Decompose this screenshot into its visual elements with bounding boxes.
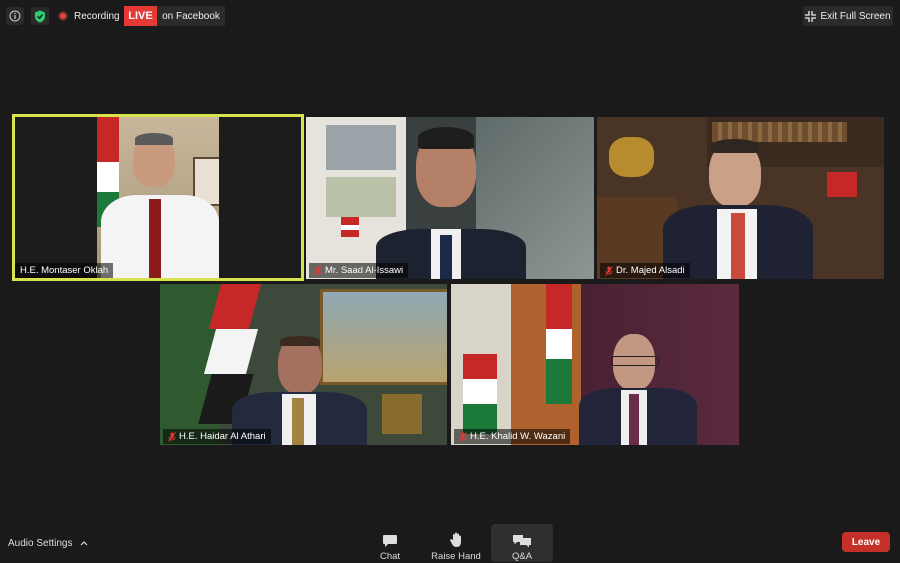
- mic-off-icon: [459, 431, 467, 442]
- exit-fullscreen-button[interactable]: Exit Full Screen: [803, 6, 893, 26]
- participant-name-label: Dr. Majed Alsadi: [600, 263, 690, 278]
- chat-button[interactable]: Chat: [371, 524, 409, 562]
- info-icon: [9, 10, 21, 22]
- security-button[interactable]: [31, 7, 49, 25]
- video-tile-khalid-wazani[interactable]: H.E. Khalid W. Wazani: [451, 284, 739, 445]
- participant-name-label: Mr. Saad Al-Issawi: [309, 263, 409, 278]
- live-platform-label: on Facebook: [157, 6, 225, 26]
- recording-label: Recording: [74, 10, 120, 22]
- leave-label: Leave: [851, 536, 881, 548]
- participant-video: [97, 117, 219, 278]
- chat-icon: [383, 535, 397, 547]
- recording-icon: [58, 11, 68, 21]
- recording-indicator[interactable]: Recording: [58, 8, 120, 24]
- participant-name-label: H.E. Khalid W. Wazani: [454, 429, 571, 444]
- meeting-controls-bar: Audio Settings Chat Raise Hand Q&A Leave: [0, 520, 900, 563]
- qa-button[interactable]: Q&A: [491, 524, 553, 562]
- qa-icon: [513, 535, 531, 548]
- video-tile-montaser-oklah[interactable]: H.E. Montaser Oklah: [12, 114, 304, 281]
- meeting-topbar: Recording LIVE on Facebook Exit Full Scr…: [0, 0, 900, 34]
- live-badge: LIVE: [124, 6, 157, 26]
- qa-label: Q&A: [511, 551, 533, 562]
- raise-hand-button[interactable]: Raise Hand: [426, 524, 486, 562]
- raise-hand-icon: [450, 532, 461, 547]
- exit-fullscreen-label: Exit Full Screen: [820, 10, 891, 22]
- participant-name-label: H.E. Montaser Oklah: [15, 263, 114, 278]
- video-tile-haidar-al-athari[interactable]: H.E. Haidar Al Athari: [160, 284, 447, 445]
- live-stream-indicator[interactable]: LIVE on Facebook: [124, 6, 225, 26]
- info-button[interactable]: [6, 7, 24, 25]
- mic-off-icon: [605, 265, 613, 276]
- raise-hand-label: Raise Hand: [431, 551, 481, 562]
- audio-settings-button[interactable]: Audio Settings: [8, 538, 88, 549]
- mic-off-icon: [168, 431, 176, 442]
- video-tile-saad-al-issawi[interactable]: Mr. Saad Al-Issawi: [306, 117, 594, 279]
- chat-label: Chat: [379, 551, 401, 562]
- participant-name-label: H.E. Haidar Al Athari: [163, 429, 271, 444]
- leave-button[interactable]: Leave: [842, 532, 890, 552]
- shield-check-icon: [35, 10, 45, 22]
- audio-settings-label: Audio Settings: [8, 538, 73, 549]
- chevron-up-icon: [80, 541, 88, 546]
- fullscreen-exit-icon: [805, 10, 817, 22]
- video-tile-majed-alsadi[interactable]: Dr. Majed Alsadi: [597, 117, 884, 279]
- mic-off-icon: [314, 265, 322, 276]
